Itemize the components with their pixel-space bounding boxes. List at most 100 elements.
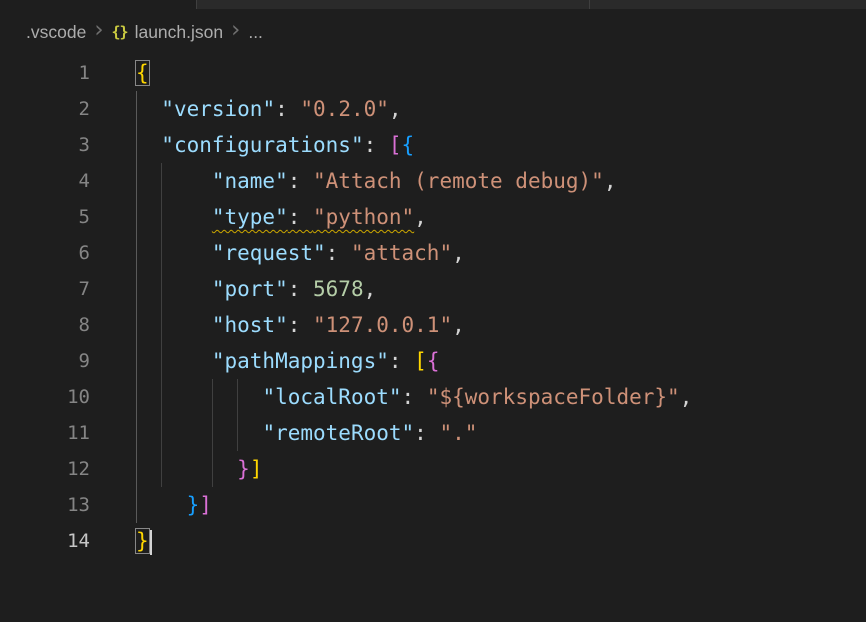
chevron-right-icon: › — [228, 19, 243, 42]
code-token — [136, 421, 262, 445]
code-text: "type": "python", — [90, 199, 427, 235]
code-text: "host": "127.0.0.1", — [90, 307, 465, 343]
code-token: , — [680, 385, 693, 409]
line-number[interactable]: 9 — [0, 343, 90, 379]
line-number[interactable]: 2 — [0, 91, 90, 127]
code-token: , — [452, 241, 465, 265]
code-token: { — [136, 61, 149, 85]
code-line[interactable]: 12 }] — [0, 451, 866, 487]
code-token: , — [364, 277, 377, 301]
breadcrumb-folder[interactable]: .vscode — [26, 22, 86, 43]
code-lines: 1{2 "version": "0.2.0",3 "configurations… — [0, 55, 866, 559]
code-token: : — [275, 97, 300, 121]
code-line[interactable]: 9 "pathMappings": [{ — [0, 343, 866, 379]
chevron-right-icon: › — [91, 19, 106, 42]
code-token: "pathMappings" — [212, 349, 389, 373]
code-token: : — [402, 385, 427, 409]
code-text: } — [90, 523, 152, 559]
code-text: "request": "attach", — [90, 235, 465, 271]
code-line[interactable]: 11 "remoteRoot": "." — [0, 415, 866, 451]
line-number[interactable]: 5 — [0, 199, 90, 235]
line-number[interactable]: 13 — [0, 487, 90, 523]
code-token: "python" — [313, 205, 414, 229]
code-line[interactable]: 10 "localRoot": "${workspaceFolder}", — [0, 379, 866, 415]
line-number[interactable]: 8 — [0, 307, 90, 343]
code-line[interactable]: 5 "type": "python", — [0, 199, 866, 235]
code-token — [136, 133, 161, 157]
code-token: "configurations" — [161, 133, 363, 157]
code-token: : — [364, 133, 389, 157]
line-number[interactable]: 12 — [0, 451, 90, 487]
code-token: { — [402, 133, 415, 157]
code-text: { — [90, 55, 149, 91]
code-token: "Attach (remote debug)" — [313, 169, 604, 193]
code-token — [136, 313, 212, 337]
code-token: "request" — [212, 241, 326, 265]
code-text: "name": "Attach (remote debug)", — [90, 163, 616, 199]
code-text: }] — [90, 487, 212, 523]
code-token: ] — [199, 493, 212, 517]
code-token: ] — [250, 457, 263, 481]
code-text: "version": "0.2.0", — [90, 91, 402, 127]
line-number[interactable]: 3 — [0, 127, 90, 163]
code-line[interactable]: 14} — [0, 523, 866, 559]
code-token — [136, 457, 237, 481]
code-line[interactable]: 7 "port": 5678, — [0, 271, 866, 307]
json-braces-icon: {} — [112, 23, 128, 41]
code-token — [136, 169, 212, 193]
code-token: "version" — [161, 97, 275, 121]
code-token: } — [237, 457, 250, 481]
code-line[interactable]: 3 "configurations": [{ — [0, 127, 866, 163]
code-token: , — [414, 205, 427, 229]
code-line[interactable]: 1{ — [0, 55, 866, 91]
line-number[interactable]: 11 — [0, 415, 90, 451]
code-token: } — [187, 493, 200, 517]
line-number[interactable]: 1 — [0, 55, 90, 91]
line-number[interactable]: 7 — [0, 271, 90, 307]
breadcrumb-symbol[interactable]: ... — [248, 22, 263, 43]
code-text: "remoteRoot": "." — [90, 415, 477, 451]
code-token: [ — [389, 133, 402, 157]
code-token: : — [288, 313, 313, 337]
code-text: "pathMappings": [{ — [90, 343, 439, 379]
code-token: : — [326, 241, 351, 265]
line-number[interactable]: 14 — [0, 523, 90, 559]
code-text: "localRoot": "${workspaceFolder}", — [90, 379, 692, 415]
line-number[interactable]: 4 — [0, 163, 90, 199]
code-token: "." — [439, 421, 477, 445]
tab-bar — [0, 0, 866, 9]
code-token — [136, 205, 212, 229]
code-token: "attach" — [351, 241, 452, 265]
line-number[interactable]: 10 — [0, 379, 90, 415]
vscode-window: .vscode › {} launch.json › ... 1{2 "vers… — [0, 0, 866, 622]
code-token — [136, 493, 187, 517]
active-tab-edge[interactable] — [0, 0, 197, 9]
code-token: } — [136, 529, 149, 553]
breadcrumb-file[interactable]: {} launch.json — [112, 22, 224, 43]
code-token: : — [288, 205, 313, 229]
code-token — [136, 241, 212, 265]
code-line[interactable]: 2 "version": "0.2.0", — [0, 91, 866, 127]
code-token — [136, 385, 262, 409]
code-text: }] — [90, 451, 262, 487]
code-token: , — [604, 169, 617, 193]
code-token: "${workspaceFolder}" — [427, 385, 680, 409]
code-line[interactable]: 8 "host": "127.0.0.1", — [0, 307, 866, 343]
line-number[interactable]: 6 — [0, 235, 90, 271]
code-token: : — [389, 349, 414, 373]
code-token: [ — [414, 349, 427, 373]
code-token — [136, 277, 212, 301]
code-token: , — [452, 313, 465, 337]
editor[interactable]: 1{2 "version": "0.2.0",3 "configurations… — [0, 55, 866, 622]
code-token: "127.0.0.1" — [313, 313, 452, 337]
code-line[interactable]: 4 "name": "Attach (remote debug)", — [0, 163, 866, 199]
code-token: "0.2.0" — [300, 97, 389, 121]
code-line[interactable]: 6 "request": "attach", — [0, 235, 866, 271]
code-token: : — [288, 277, 313, 301]
text-cursor — [150, 530, 152, 555]
code-text: "configurations": [{ — [90, 127, 414, 163]
code-token — [136, 349, 212, 373]
code-token: : — [288, 169, 313, 193]
code-token: , — [389, 97, 402, 121]
code-line[interactable]: 13 }] — [0, 487, 866, 523]
